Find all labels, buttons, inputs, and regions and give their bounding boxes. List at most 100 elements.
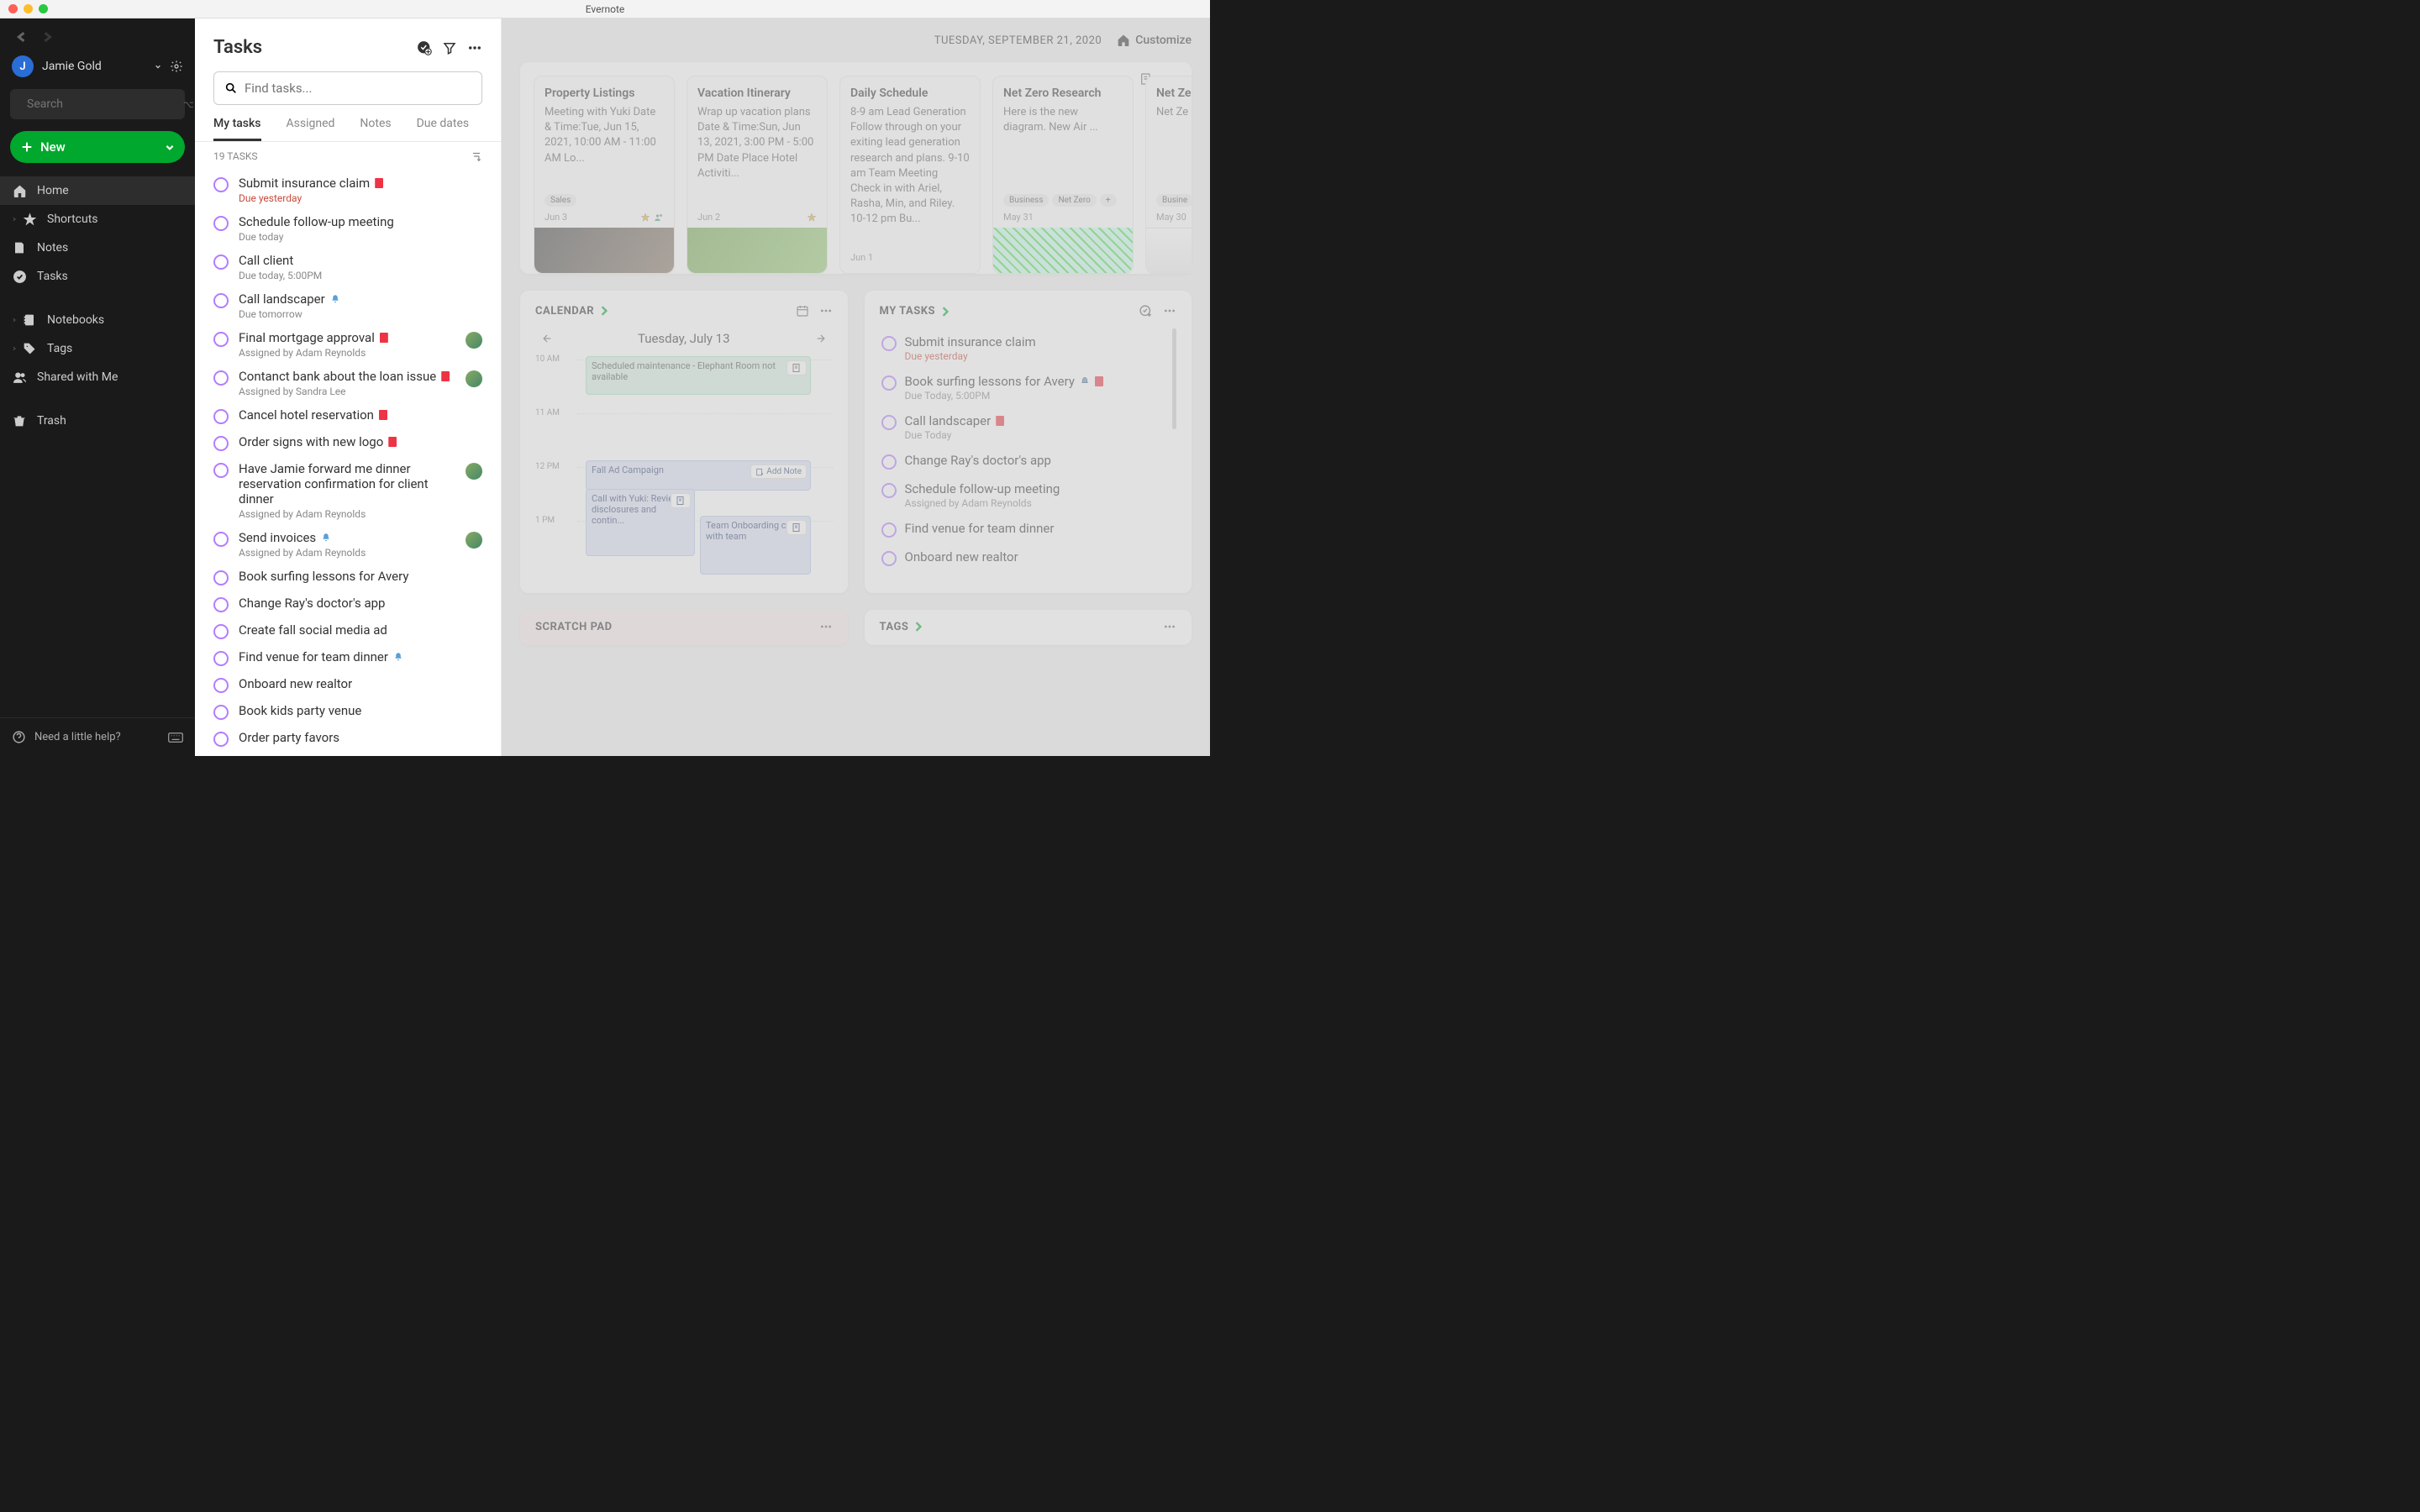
task-item[interactable]: Order signs with new logo [205, 429, 491, 456]
scratch-pad-widget[interactable]: SCRATCH PAD [520, 610, 848, 645]
task-item[interactable]: Book surfing lessons for Avery [205, 564, 491, 591]
add-note-button[interactable]: Add Note [750, 465, 807, 479]
task-checkbox[interactable] [213, 255, 229, 270]
account-row[interactable]: J Jamie Gold [0, 50, 195, 89]
task-checkbox[interactable] [881, 483, 897, 498]
prev-day-icon[interactable] [539, 333, 554, 344]
keyboard-icon[interactable] [168, 732, 183, 743]
more-icon[interactable] [819, 620, 833, 633]
tab-notes[interactable]: Notes [360, 117, 391, 141]
note-card[interactable]: Vacation Itinerary Wrap up vacation plan… [687, 76, 828, 274]
chevron-right-icon[interactable] [599, 306, 609, 316]
note-tag[interactable]: Business [1003, 194, 1049, 207]
zoom-window-icon[interactable] [39, 4, 48, 13]
task-item[interactable]: Cancel hotel reservation [205, 402, 491, 429]
task-item[interactable]: Onboard new realtor [205, 671, 491, 698]
task-item[interactable]: Schedule follow-up meetingDue today [205, 209, 491, 248]
task-checkbox[interactable] [213, 463, 229, 478]
tasks-search[interactable] [213, 71, 482, 105]
note-card[interactable]: Property Listings Meeting with Yuki Date… [534, 76, 675, 274]
nav-shared[interactable]: Shared with Me [0, 363, 195, 391]
task-item[interactable]: Find venue for team dinner [205, 644, 491, 671]
task-checkbox[interactable] [881, 336, 897, 351]
calendar-grid[interactable]: 10 AM11 AM12 PM1 PMScheduled maintenance… [535, 354, 833, 570]
search-input[interactable]: ⌥⌘F [10, 89, 185, 119]
mytasks-list[interactable]: Submit insurance claimDue yesterday Book… [880, 328, 1166, 580]
task-checkbox[interactable] [213, 436, 229, 451]
task-checkbox[interactable] [881, 551, 897, 566]
more-icon[interactable] [819, 304, 833, 318]
mytask-item[interactable]: Schedule follow-up meetingAssigned by Ad… [880, 475, 1166, 515]
task-checkbox[interactable] [213, 651, 229, 666]
notes-row[interactable]: Property Listings Meeting with Yuki Date… [534, 76, 1192, 274]
task-checkbox[interactable] [213, 409, 229, 424]
task-item[interactable]: Call clientDue today, 5:00PM [205, 248, 491, 286]
tab-my-tasks[interactable]: My tasks [213, 117, 261, 141]
task-checkbox[interactable] [213, 532, 229, 547]
note-card[interactable]: Net Ze Docur Net Ze Docur Zero F Busine … [1145, 76, 1192, 274]
task-item[interactable]: Final mortgage approvalAssigned by Adam … [205, 325, 491, 364]
nav-tags[interactable]: Tags [0, 334, 195, 363]
task-checkbox[interactable] [881, 522, 897, 538]
more-icon[interactable] [1163, 620, 1176, 633]
note-tag[interactable]: + [1100, 194, 1117, 207]
task-item[interactable]: Send invoicesAssigned by Adam Reynolds [205, 525, 491, 564]
add-task-icon[interactable] [1139, 304, 1153, 318]
new-button[interactable]: New [10, 131, 185, 163]
task-checkbox[interactable] [881, 375, 897, 391]
task-item[interactable]: Contanct bank about the loan issueAssign… [205, 364, 491, 402]
scrollbar[interactable] [1172, 328, 1176, 429]
calendar-event[interactable]: Call with Yuki: Review disclosures and c… [586, 489, 695, 556]
mytask-item[interactable]: Find venue for team dinner [880, 515, 1166, 543]
note-tag[interactable]: Net Zero [1052, 194, 1096, 207]
note-tag[interactable]: Busine [1156, 194, 1192, 207]
nav-back-icon[interactable] [17, 32, 27, 42]
close-window-icon[interactable] [8, 4, 18, 13]
calendar-event[interactable]: Team Onboarding call with team [700, 516, 811, 575]
mytask-item[interactable]: Call landscaperDue Today [880, 407, 1166, 447]
task-checkbox[interactable] [881, 454, 897, 470]
note-link-icon[interactable] [671, 493, 691, 508]
mytask-item[interactable]: Onboard new realtor [880, 543, 1166, 572]
calendar-event[interactable]: Scheduled maintenance - Elephant Room no… [586, 356, 811, 395]
task-checkbox[interactable] [213, 597, 229, 612]
tasks-search-field[interactable] [245, 81, 471, 96]
settings-icon[interactable] [170, 60, 183, 73]
task-item[interactable]: Have Jamie forward me dinner reservation… [205, 456, 491, 525]
task-item[interactable]: Call landscaperDue tomorrow [205, 286, 491, 325]
mytask-item[interactable]: Book surfing lessons for AveryDue Today,… [880, 368, 1166, 407]
task-checkbox[interactable] [213, 678, 229, 693]
calendar-event[interactable]: Fall Ad CampaignAdd Note [586, 460, 811, 491]
help-row[interactable]: Need a little help? [0, 717, 195, 756]
filter-icon[interactable] [442, 40, 457, 55]
task-item[interactable]: Order party favors [205, 725, 491, 752]
nav-trash[interactable]: Trash [0, 407, 195, 435]
task-checkbox[interactable] [213, 293, 229, 308]
tasks-list[interactable]: Submit insurance claimDue yesterday Sche… [195, 171, 501, 756]
mytask-item[interactable]: Have Jamie forward me dinner reservation… [880, 572, 1166, 580]
task-item[interactable]: Book kids party venue [205, 698, 491, 725]
nav-notebooks[interactable]: Notebooks [0, 306, 195, 334]
add-task-icon[interactable] [417, 40, 432, 55]
task-checkbox[interactable] [213, 732, 229, 747]
task-checkbox[interactable] [213, 216, 229, 231]
sort-icon[interactable] [471, 150, 482, 162]
window-controls[interactable] [8, 4, 48, 13]
more-icon[interactable] [1163, 304, 1176, 318]
mytask-item[interactable]: Change Ray's doctor's app [880, 447, 1166, 475]
note-tag[interactable]: Sales [544, 194, 576, 207]
nav-tasks[interactable]: Tasks [0, 262, 195, 291]
task-checkbox[interactable] [213, 332, 229, 347]
next-day-icon[interactable] [814, 333, 829, 344]
chevron-right-icon[interactable] [940, 307, 950, 317]
nav-shortcuts[interactable]: Shortcuts [0, 205, 195, 234]
minimize-window-icon[interactable] [24, 4, 33, 13]
task-checkbox[interactable] [881, 415, 897, 430]
tab-due-dates[interactable]: Due dates [417, 117, 470, 141]
nav-notes[interactable]: Notes [0, 234, 195, 262]
task-item[interactable]: Submit insurance claimDue yesterday [205, 171, 491, 209]
customize-button[interactable]: Customize [1117, 34, 1192, 47]
mytask-item[interactable]: Submit insurance claimDue yesterday [880, 328, 1166, 368]
search-field[interactable] [27, 97, 176, 111]
task-item[interactable]: Change Ray's doctor's app [205, 591, 491, 617]
